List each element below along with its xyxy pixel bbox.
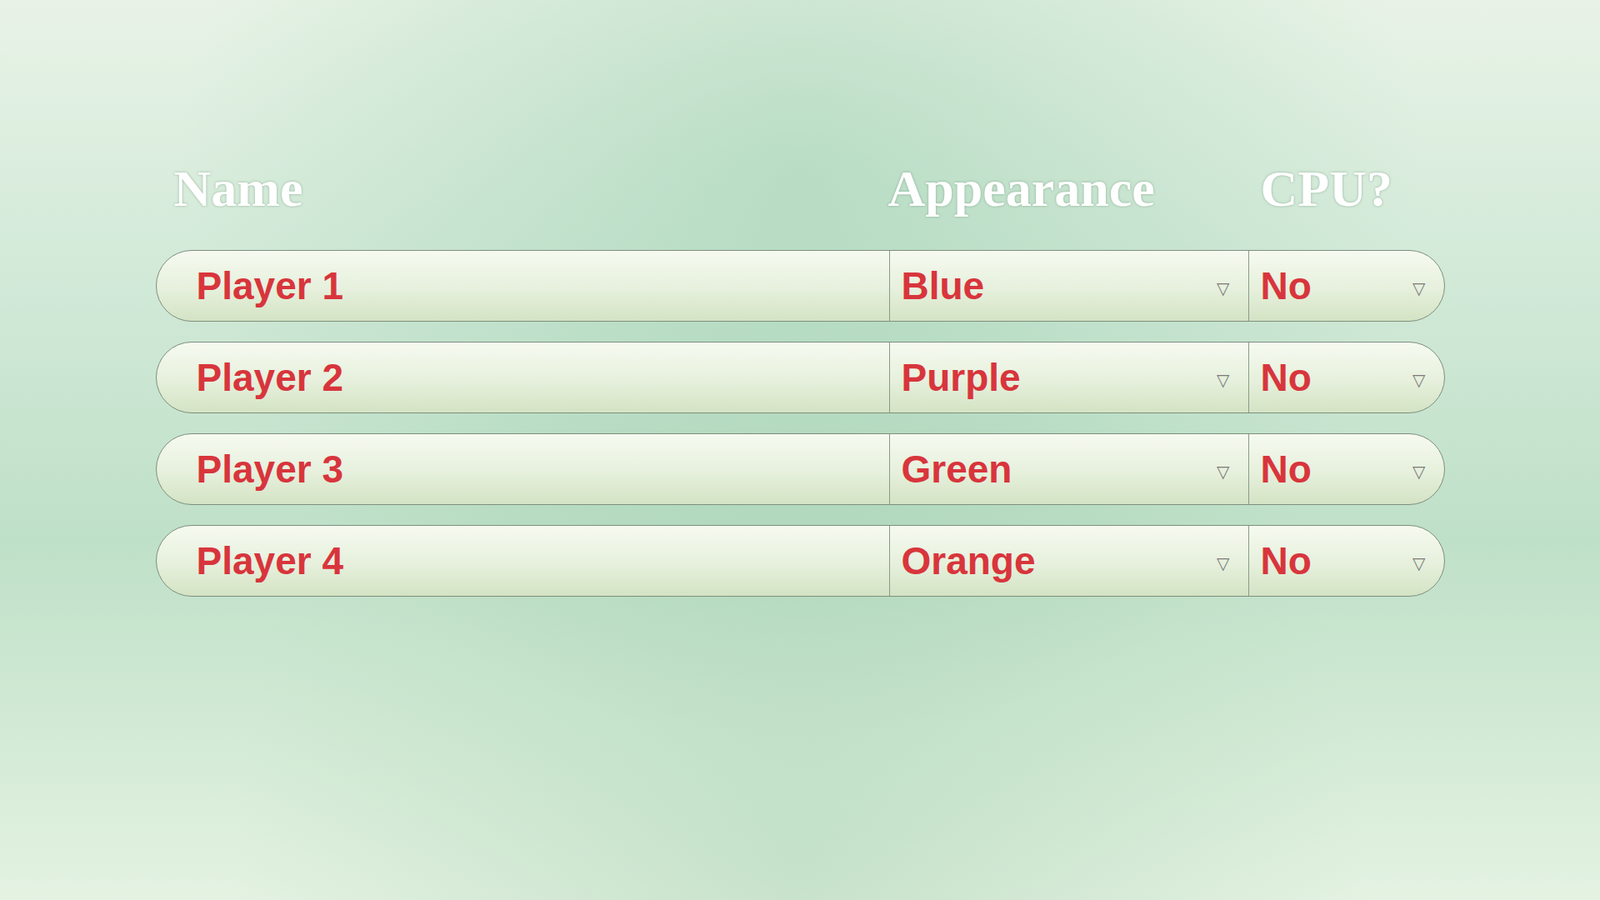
setup-screen: NameAppearanceCPU? Player 1Blue▽No▽Playe… bbox=[0, 0, 1600, 900]
cpu-dropdown[interactable]: No ▽ bbox=[1248, 250, 1445, 321]
dropdown-arrow-icon[interactable]: ▽ bbox=[1412, 553, 1425, 574]
name-field[interactable]: Player 3 bbox=[156, 434, 890, 505]
cpu-value: No bbox=[1260, 446, 1312, 492]
cpu-value: No bbox=[1260, 538, 1312, 584]
dropdown-arrow-icon[interactable]: ▽ bbox=[1216, 553, 1230, 574]
name-field[interactable]: Player 4 bbox=[156, 525, 890, 596]
appearance-value: Orange bbox=[901, 538, 1036, 584]
cpu-dropdown[interactable]: No ▽ bbox=[1248, 434, 1445, 505]
cpu-dropdown[interactable]: No ▽ bbox=[1248, 342, 1445, 413]
column-header: CPU? bbox=[1247, 160, 1445, 217]
appearance-value: Green bbox=[901, 446, 1013, 492]
appearance-value: Purple bbox=[901, 355, 1021, 400]
appearance-dropdown[interactable]: Blue ▽ bbox=[889, 250, 1249, 321]
player-row: Player 1Blue ▽ No ▽ bbox=[155, 250, 1445, 322]
appearance-dropdown[interactable]: Orange ▽ bbox=[889, 525, 1249, 596]
player-row: Player 2Purple ▽ No ▽ bbox=[155, 341, 1445, 414]
cpu-value: No bbox=[1260, 355, 1312, 400]
dropdown-arrow-icon[interactable]: ▽ bbox=[1216, 278, 1230, 299]
player-table: NameAppearanceCPU? Player 1Blue▽No▽Playe… bbox=[155, 155, 1445, 597]
appearance-dropdown[interactable]: Green ▽ bbox=[889, 434, 1249, 505]
player-row: Player 4Orange ▽ No ▽ bbox=[155, 525, 1445, 597]
appearance-value: Blue bbox=[901, 263, 985, 309]
appearance-dropdown[interactable]: Purple ▽ bbox=[889, 342, 1249, 413]
player-rows: Player 1Blue▽No▽Player 2Purple▽No▽Player… bbox=[155, 250, 1445, 597]
column-header: Name bbox=[155, 160, 889, 217]
cpu-value: No bbox=[1260, 263, 1312, 309]
name-field[interactable]: Player 1 bbox=[156, 250, 890, 321]
name-field[interactable]: Player 2 bbox=[156, 342, 890, 413]
dropdown-arrow-icon[interactable]: ▽ bbox=[1412, 461, 1425, 482]
dropdown-arrow-icon[interactable]: ▽ bbox=[1216, 370, 1230, 390]
header-row: NameAppearanceCPU? bbox=[155, 155, 1445, 222]
cpu-dropdown[interactable]: No ▽ bbox=[1248, 525, 1445, 596]
dropdown-arrow-icon[interactable]: ▽ bbox=[1216, 461, 1230, 482]
column-header: Appearance bbox=[888, 160, 1248, 217]
dropdown-arrow-icon[interactable]: ▽ bbox=[1412, 370, 1425, 390]
player-row: Player 3Green ▽ No ▽ bbox=[155, 433, 1445, 505]
dropdown-arrow-icon[interactable]: ▽ bbox=[1412, 278, 1425, 299]
